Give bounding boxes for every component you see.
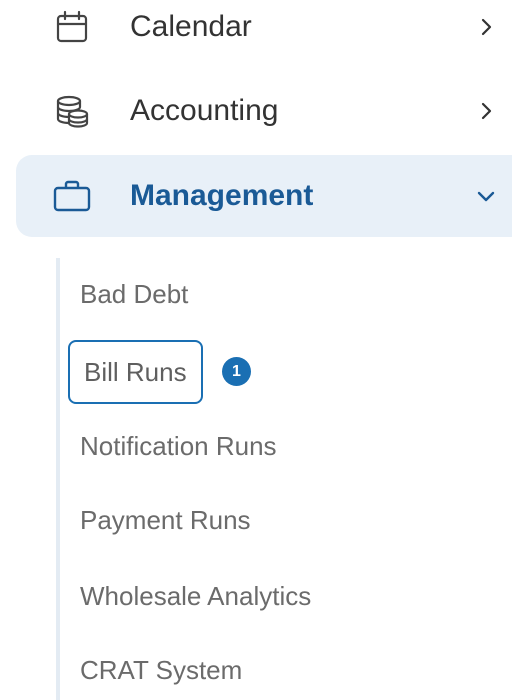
management-submenu: Bad Debt Bill Runs Notification Runs Pay… xyxy=(56,258,512,700)
nav-item-label: Management xyxy=(130,179,314,212)
submenu-item-bad-debt[interactable]: Bad Debt xyxy=(80,279,188,310)
calendar-icon xyxy=(52,7,92,47)
nav-item-calendar[interactable]: Calendar xyxy=(16,0,512,68)
submenu-item-wholesale-analytics[interactable]: Wholesale Analytics xyxy=(80,581,311,612)
submenu-item-crat-system[interactable]: CRAT System xyxy=(80,655,242,686)
database-icon xyxy=(52,91,92,131)
submenu-item-notification-runs[interactable]: Notification Runs xyxy=(80,431,277,462)
chevron-right-icon xyxy=(474,99,498,123)
nav-item-label: Calendar xyxy=(130,10,252,43)
notification-badge: 1 xyxy=(222,357,251,386)
chevron-down-icon xyxy=(474,184,498,208)
nav-item-management[interactable]: Management xyxy=(16,155,512,237)
nav-item-label: Accounting xyxy=(130,94,279,127)
submenu-item-payment-runs[interactable]: Payment Runs xyxy=(80,505,251,536)
chevron-right-icon xyxy=(474,15,498,39)
sidebar-nav: Calendar Accounting Management Bad Debt … xyxy=(0,0,512,700)
nav-item-accounting[interactable]: Accounting xyxy=(16,70,512,152)
briefcase-icon xyxy=(52,176,92,216)
submenu-item-bill-runs[interactable]: Bill Runs xyxy=(68,340,203,404)
